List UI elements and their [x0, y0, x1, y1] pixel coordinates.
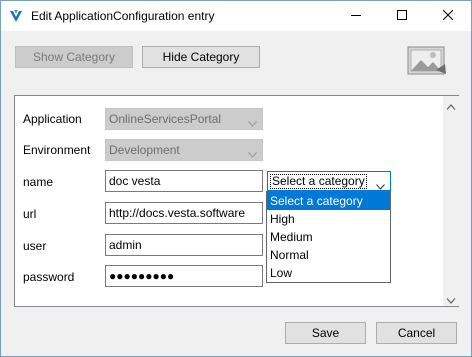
maximize-icon: [397, 9, 407, 23]
chevron-down-icon[interactable]: [446, 294, 456, 304]
minimize-button[interactable]: [333, 1, 379, 31]
password-label: password: [23, 270, 75, 284]
category-option-high[interactable]: High: [267, 210, 390, 228]
application-label: Application: [23, 112, 82, 126]
edit-dialog-window: Edit ApplicationConfiguration entry Show…: [0, 0, 472, 357]
close-icon: [442, 9, 454, 23]
url-input[interactable]: http://docs.vesta.software: [105, 202, 263, 224]
application-combo: OnlineServicesPortal: [105, 108, 263, 130]
environment-combo: Development: [105, 139, 263, 161]
chevron-down-icon: [376, 179, 385, 190]
user-input[interactable]: admin: [105, 234, 263, 256]
category-dropdown-list: Select a category High Medium Normal Low: [266, 191, 391, 283]
vertical-scrollbar[interactable]: [443, 96, 459, 306]
minimize-icon: [351, 9, 361, 23]
category-option-normal[interactable]: Normal: [267, 246, 390, 264]
cancel-button[interactable]: Cancel: [376, 322, 457, 344]
category-option-select[interactable]: Select a category: [267, 192, 390, 210]
password-input[interactable]: ●●●●●●●●●: [105, 265, 263, 287]
chevron-down-icon: [248, 116, 257, 127]
category-combo[interactable]: Select a category: [267, 171, 391, 191]
category-selected: Select a category: [270, 174, 367, 189]
save-button[interactable]: Save: [285, 322, 366, 344]
environment-value: Development: [109, 143, 180, 157]
image-placeholder-icon[interactable]: [406, 44, 448, 78]
close-button[interactable]: [425, 1, 471, 31]
title-bar[interactable]: Edit ApplicationConfiguration entry: [1, 1, 471, 31]
maximize-button[interactable]: [379, 1, 425, 31]
environment-label: Environment: [23, 143, 91, 157]
hide-category-button[interactable]: Hide Category: [142, 46, 260, 68]
application-value: OnlineServicesPortal: [109, 112, 222, 126]
form-panel: Application OnlineServicesPortal Environ…: [14, 95, 459, 307]
chevron-up-icon[interactable]: [446, 100, 456, 110]
chevron-down-icon: [248, 147, 257, 158]
name-input[interactable]: doc vesta: [105, 170, 263, 192]
user-label: user: [23, 239, 47, 253]
show-category-button[interactable]: Show Category: [15, 46, 133, 68]
category-option-medium[interactable]: Medium: [267, 228, 390, 246]
window-title: Edit ApplicationConfiguration entry: [31, 9, 215, 23]
category-option-low[interactable]: Low: [267, 264, 390, 282]
vesta-logo-icon: [8, 8, 24, 24]
url-label: url: [23, 207, 37, 221]
name-label: name: [23, 175, 54, 189]
